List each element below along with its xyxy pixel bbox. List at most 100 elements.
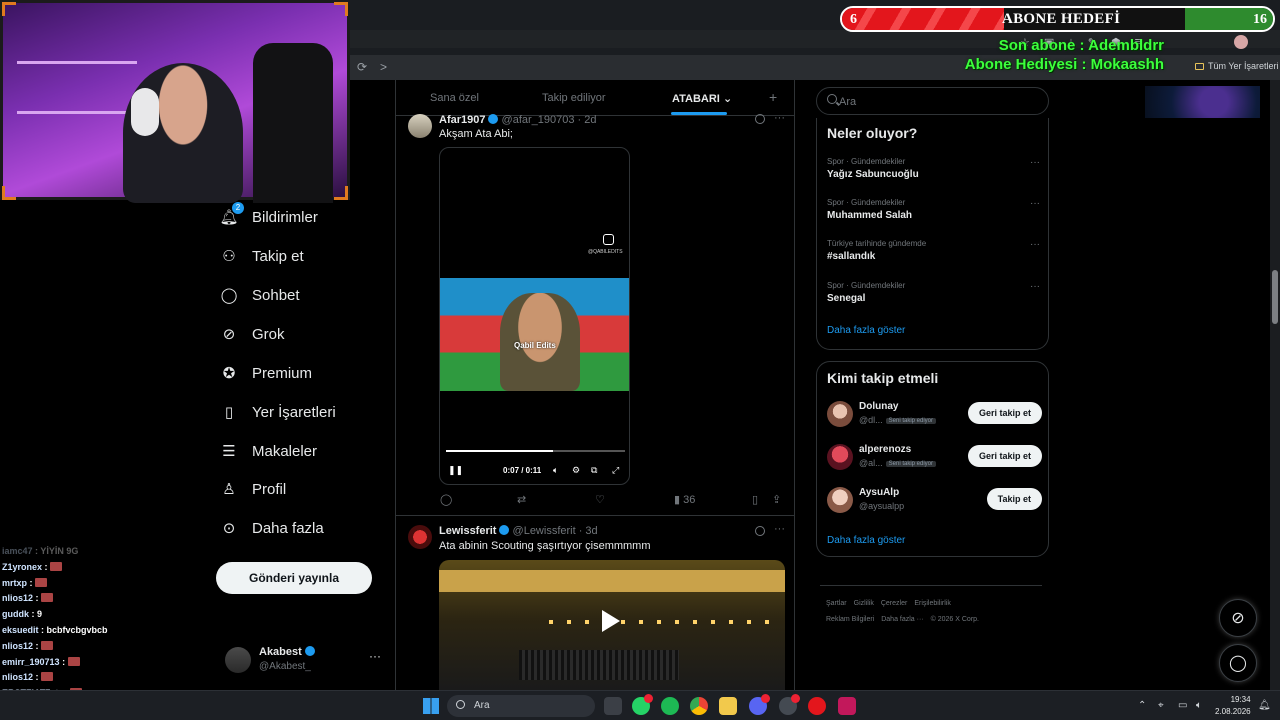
task-view-icon[interactable] xyxy=(604,697,622,715)
add-tab-icon[interactable]: + xyxy=(769,89,777,105)
trend-more-icon[interactable]: ··· xyxy=(1030,157,1040,168)
chat-username[interactable]: nlios12 xyxy=(2,593,33,603)
repost-icon[interactable]: ⇄ xyxy=(517,493,526,506)
footer-link-ads-info[interactable]: Reklam Bilgileri xyxy=(826,616,874,623)
chat-username[interactable]: Z1yronex xyxy=(2,562,42,572)
search-input[interactable]: Ara xyxy=(816,87,1049,115)
site-info-icon[interactable]: ⟳ xyxy=(357,60,367,74)
chat-username[interactable]: nlios12 xyxy=(2,641,33,651)
trend-item[interactable]: Spor · Gündemdekiler Muhammed Salah ··· xyxy=(827,198,1042,221)
sidebar-item-profile[interactable]: ♙ Profil xyxy=(220,474,286,504)
post-more-icon[interactable]: ··· xyxy=(774,112,785,124)
trends-show-more-link[interactable]: Daha fazla göster xyxy=(827,325,905,336)
sidebar-item-premium[interactable]: ✪ Premium xyxy=(220,358,312,388)
sidebar-item-follow[interactable]: ⚇ Takip et xyxy=(220,241,303,271)
notifications-bell-icon[interactable]: 🔔︎ xyxy=(1258,700,1271,711)
grok-floating-button[interactable]: ⊘ xyxy=(1219,599,1257,637)
sidebar-item-chat[interactable]: ◯ Sohbet xyxy=(220,280,300,310)
video-progress-bar[interactable] xyxy=(446,450,625,452)
post-author[interactable]: Afar1907 @afar_190703 · 2d xyxy=(439,114,597,126)
tab-following[interactable]: Takip ediliyor xyxy=(542,92,606,104)
sidebar-item-notifications[interactable]: 🔔︎ 2 Bildirimler xyxy=(219,202,318,232)
share-icon[interactable]: ⇪ xyxy=(772,493,781,506)
post-author[interactable]: Lewissferit @Lewissferit · 3d xyxy=(439,525,598,537)
streaming-app-icon[interactable] xyxy=(838,697,856,715)
chrome-icon[interactable] xyxy=(690,697,708,715)
footer-link-cookies[interactable]: Çerezler xyxy=(881,600,907,607)
avatar[interactable] xyxy=(827,487,853,513)
forward-arrow-icon[interactable]: > xyxy=(380,60,387,74)
app-icon[interactable] xyxy=(808,697,826,715)
like-icon[interactable]: ♡ xyxy=(595,493,605,506)
fullscreen-icon[interactable]: ⤢ xyxy=(612,465,619,476)
scrollbar-thumb[interactable] xyxy=(1272,270,1278,324)
reply-icon[interactable]: ◯ xyxy=(440,493,452,506)
chat-username[interactable]: mrtxp xyxy=(2,578,27,588)
pause-icon[interactable]: ❚❚ xyxy=(448,465,463,476)
sidebar-item-articles[interactable]: ☰ Makaleler xyxy=(220,436,317,466)
views-button[interactable]: ▮ 36 xyxy=(674,493,695,506)
all-bookmarks-label: Tüm Yer İşaretleri xyxy=(1208,61,1279,71)
avatar[interactable] xyxy=(408,525,432,549)
discord-icon[interactable] xyxy=(749,694,770,715)
trend-more-icon[interactable]: ··· xyxy=(1030,281,1040,292)
sidebar-item-more[interactable]: ⊙ Daha fazla xyxy=(220,513,324,543)
messages-floating-button[interactable]: ◯ xyxy=(1219,644,1257,682)
sidebar-item-grok[interactable]: ⊘ Grok xyxy=(220,319,285,349)
trend-more-icon[interactable]: ··· xyxy=(1030,198,1040,209)
footer-link-more[interactable]: Daha fazla ··· xyxy=(881,616,923,623)
network-icon[interactable]: ▭ xyxy=(1178,700,1187,711)
file-explorer-icon[interactable] xyxy=(719,697,737,715)
sidebar-item-bookmarks[interactable]: ▯ Yer İşaretleri xyxy=(220,397,336,427)
account-switcher[interactable]: Akabest @Akabest_ ··· xyxy=(225,645,385,677)
follow-suggestion[interactable]: Dolunay @dl... Seni takip ediyor Geri tak… xyxy=(827,400,1042,430)
all-bookmarks-link[interactable]: Tüm Yer İşaretleri xyxy=(1195,61,1279,71)
volume-icon[interactable]: 🔈︎ xyxy=(553,465,558,476)
page-scrollbar[interactable] xyxy=(1270,80,1280,690)
footer-link-privacy[interactable]: Gizlilik xyxy=(854,600,874,607)
footer-link-accessibility[interactable]: Erişilebilirlik xyxy=(914,600,951,607)
spotify-icon[interactable] xyxy=(661,697,679,715)
bookmark-icon[interactable]: ▯ xyxy=(752,493,758,506)
avatar[interactable] xyxy=(408,114,432,138)
tab-for-you[interactable]: Sana özel xyxy=(430,92,479,104)
follow-suggestion[interactable]: alperenozs @al... Seni takip ediyor Geri … xyxy=(827,443,1042,473)
windows-start-icon[interactable] xyxy=(423,698,439,714)
play-icon[interactable] xyxy=(602,610,620,632)
chat-username[interactable]: iamc47 xyxy=(2,546,33,556)
tab-atabari[interactable]: ATABARI ⌄ xyxy=(672,92,732,105)
taskbar-clock[interactable]: 19:34 2.08.2026 xyxy=(1215,694,1251,718)
browser-profile-avatar[interactable] xyxy=(1234,35,1248,49)
follow-back-button[interactable]: Geri takip et xyxy=(967,445,1042,467)
trend-more-icon[interactable]: ··· xyxy=(1030,239,1040,250)
more-options-icon[interactable]: ··· xyxy=(369,649,381,663)
whatsapp-icon[interactable] xyxy=(632,694,653,715)
trend-item[interactable]: Spor · Gündemdekiler Yağız Sabuncuoğlu ·… xyxy=(827,157,1042,180)
chat-username[interactable]: emirr_190713 xyxy=(2,657,60,667)
chat-username[interactable]: nlios12 xyxy=(2,672,33,682)
location-icon[interactable]: ⌖ xyxy=(1158,700,1164,711)
post-button[interactable]: Gönderi yayınla xyxy=(216,562,372,594)
tray-chevron-up-icon[interactable]: ⌃ xyxy=(1138,700,1146,711)
steam-icon[interactable] xyxy=(779,694,800,715)
post-more-icon[interactable]: ··· xyxy=(774,523,785,535)
settings-gear-icon[interactable]: ⚙ xyxy=(572,465,580,476)
video-player[interactable] xyxy=(439,560,785,690)
follow-button[interactable]: Takip et xyxy=(986,488,1042,510)
who-to-follow-show-more-link[interactable]: Daha fazla göster xyxy=(827,535,905,546)
volume-icon[interactable]: 🔈︎ xyxy=(1196,700,1202,711)
trend-item[interactable]: Spor · Gündemdekiler Senegal ··· xyxy=(827,281,1042,304)
taskbar-search-input[interactable]: Ara xyxy=(447,695,595,717)
grok-explain-icon[interactable] xyxy=(755,114,765,124)
avatar[interactable] xyxy=(827,444,853,470)
footer-link-terms[interactable]: Şartlar xyxy=(826,600,847,607)
picture-in-picture-icon[interactable]: ⧉ xyxy=(591,465,597,476)
video-player[interactable]: @QABILEDITS Qabil Edits ❚❚ 0:07 / 0:11 🔈… xyxy=(439,147,630,485)
follow-back-button[interactable]: Geri takip et xyxy=(967,402,1042,424)
avatar[interactable] xyxy=(827,401,853,427)
chat-username[interactable]: eksuedit xyxy=(2,625,39,635)
chat-username[interactable]: guddk xyxy=(2,609,29,619)
trend-item[interactable]: Türkiye tarihinde gündemde #sallandık ··… xyxy=(827,239,1042,262)
follow-suggestion[interactable]: AysuAlp @aysualpp Takip et xyxy=(827,486,1042,516)
grok-explain-icon[interactable] xyxy=(755,526,765,536)
